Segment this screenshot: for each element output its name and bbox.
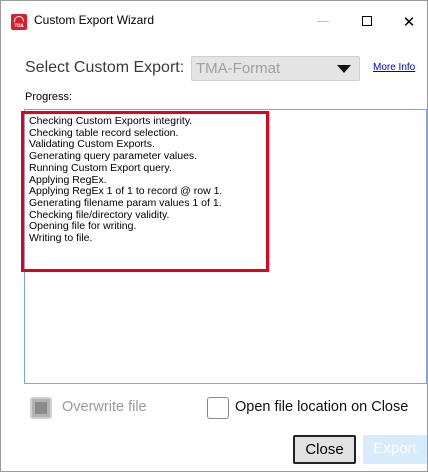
custom-export-select[interactable]: TMA-Format xyxy=(191,56,360,81)
app-logo-icon: TOA xyxy=(11,14,27,30)
more-info-link[interactable]: More Info xyxy=(373,62,415,73)
maximize-button[interactable] xyxy=(350,5,384,39)
log-highlight-box xyxy=(21,111,269,272)
custom-export-wizard-window: TOA Custom Export Wizard — ✕ Select Cust… xyxy=(0,0,428,472)
app-logo-text: TOA xyxy=(14,23,24,28)
select-export-label: Select Custom Export: xyxy=(25,59,185,76)
export-button[interactable]: Export xyxy=(363,435,427,464)
open-file-location-checkbox[interactable] xyxy=(207,397,229,419)
close-window-button[interactable]: ✕ xyxy=(392,5,426,39)
title-bar[interactable]: TOA Custom Export Wizard — ✕ xyxy=(1,1,427,43)
overwrite-file-label: Overwrite file xyxy=(62,399,147,415)
progress-label: Progress: xyxy=(25,91,73,103)
close-button[interactable]: Close xyxy=(293,435,356,464)
maximize-icon xyxy=(362,16,372,26)
overwrite-file-checkbox[interactable] xyxy=(30,397,52,419)
minimize-button[interactable]: — xyxy=(306,5,340,39)
chevron-down-icon xyxy=(337,65,351,73)
open-file-location-label: Open file location on Close xyxy=(235,399,409,415)
window-title: Custom Export Wizard xyxy=(34,13,155,27)
custom-export-select-value: TMA-Format xyxy=(196,60,281,77)
